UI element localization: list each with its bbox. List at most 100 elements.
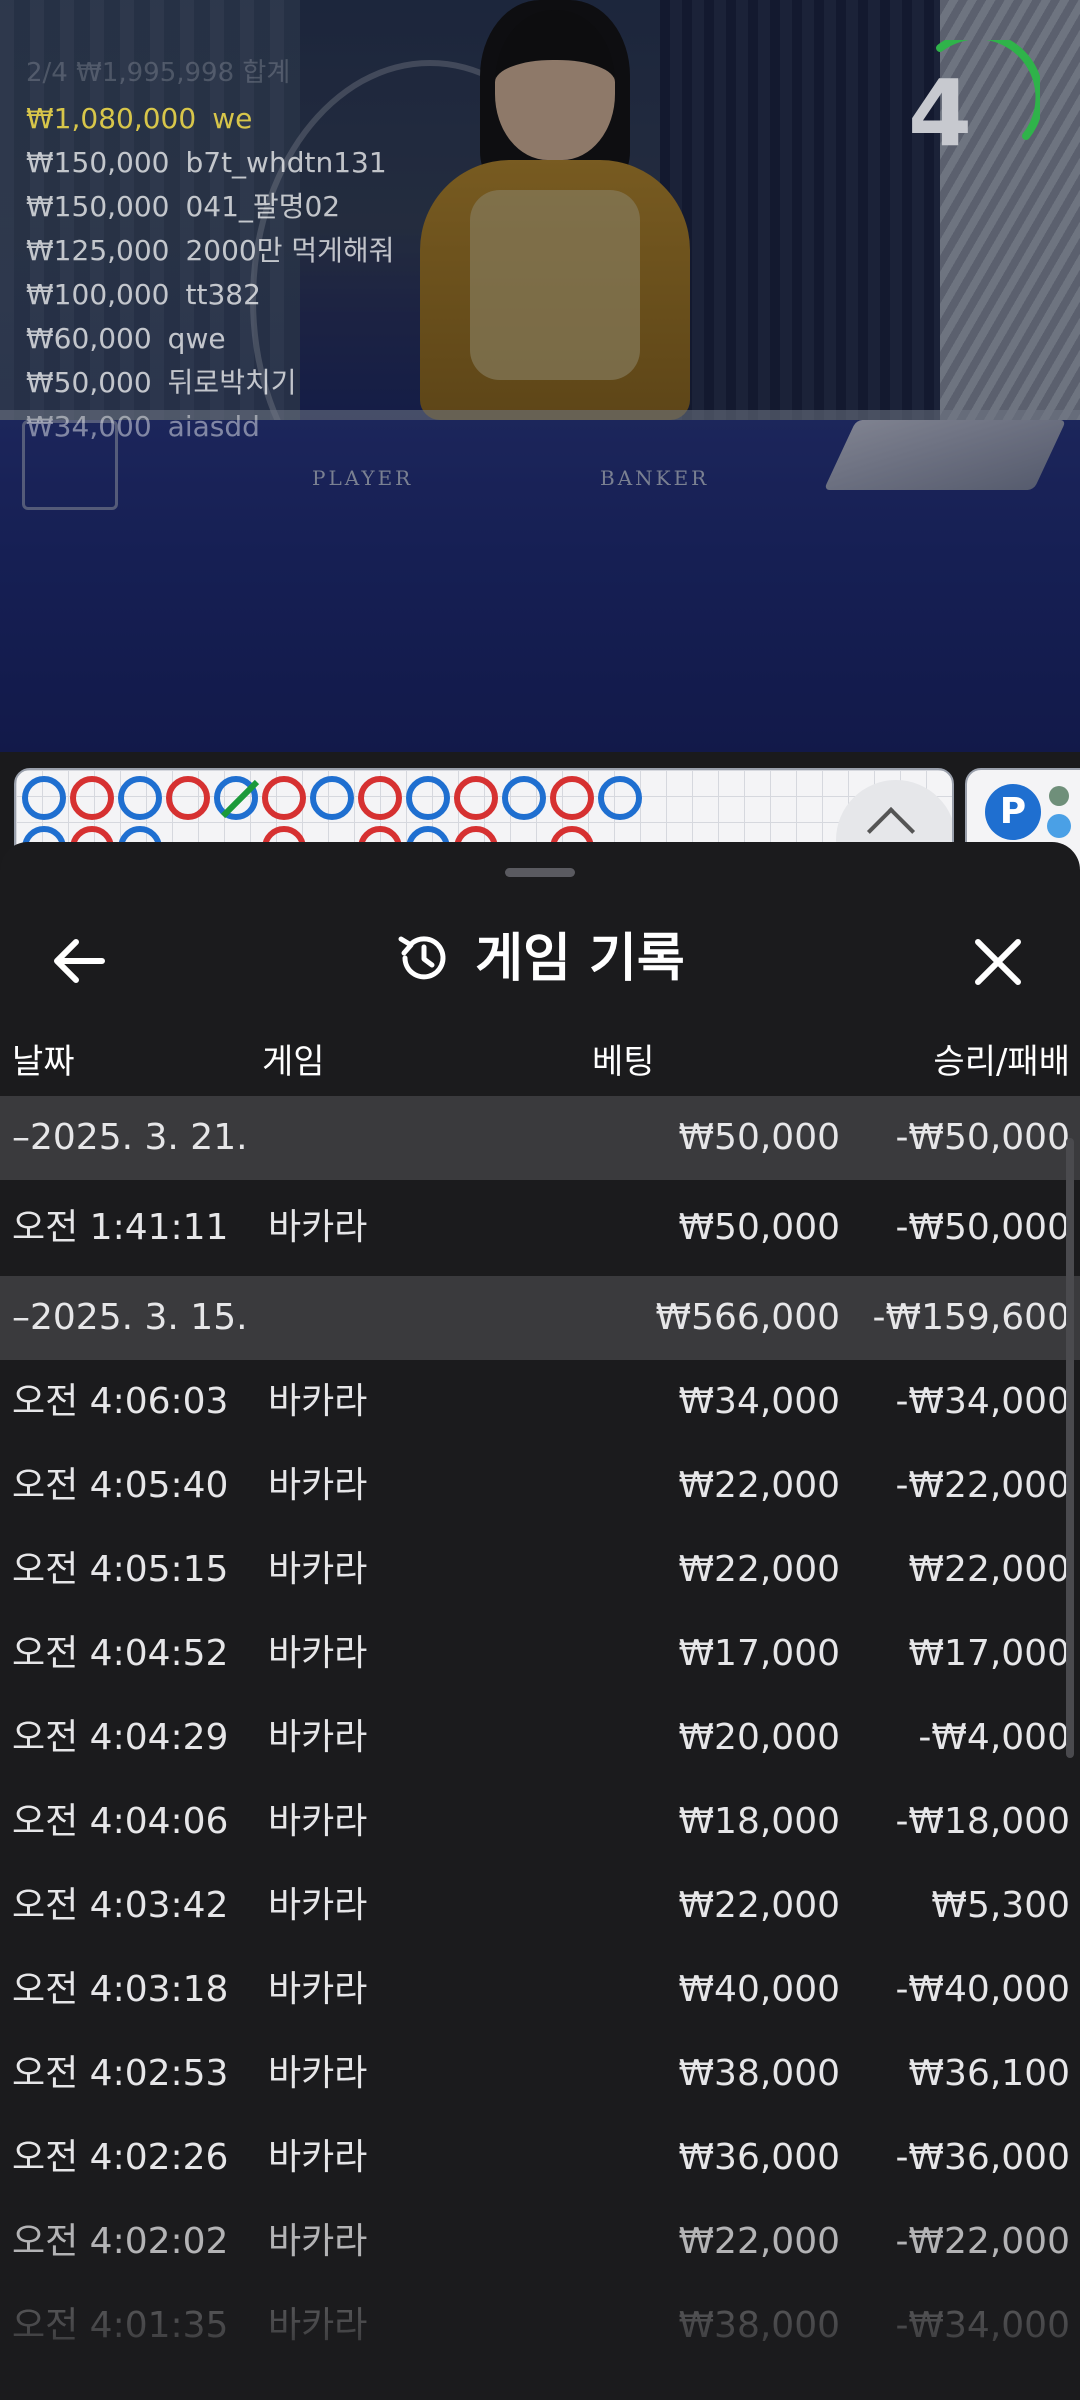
sheet-title-text: 게임 기록: [475, 929, 685, 989]
live-bet-amount: ₩1,080,000: [26, 102, 197, 135]
history-row[interactable]: 오전 4:02:53 바카라 ₩38,000 ₩36,100: [0, 2032, 1080, 2116]
live-bet-row: ₩150,000 041_팔명02: [26, 185, 394, 229]
sheet-title: 게임 기록: [0, 894, 1080, 1024]
history-time: 오전 4:02:26: [12, 2137, 229, 2178]
history-bet: ₩18,000: [678, 1801, 840, 1842]
history-row[interactable]: 오전 1:41:11 바카라 ₩50,000 -₩50,000: [0, 1180, 1080, 1276]
history-group-result-total: -₩50,000: [895, 1117, 1070, 1158]
bets-summary: 2/4 ₩1,995,998 합계: [26, 58, 291, 88]
history-row[interactable]: 오전 4:05:40 바카라 ₩22,000 -₩22,000: [0, 1444, 1080, 1528]
history-bet: ₩22,000: [678, 1885, 840, 1926]
player-bead: [502, 776, 546, 820]
history-result: -₩18,000: [895, 1801, 1070, 1842]
history-game: 바카라: [268, 2221, 368, 2262]
history-result: ₩5,300: [931, 1885, 1070, 1926]
history-bet: ₩22,000: [678, 1465, 840, 1506]
history-row[interactable]: 오전 4:04:52 바카라 ₩17,000 ₩17,000: [0, 1612, 1080, 1696]
live-video: PLAYER BANKER 2/4 ₩1,995,998 합계 ₩1,080,0…: [0, 0, 1080, 752]
history-game: 바카라: [268, 1207, 368, 1248]
history-row[interactable]: 오전 4:02:02 바카라 ₩22,000 -₩22,000: [0, 2200, 1080, 2284]
player-bead: [406, 776, 450, 820]
history-row[interactable]: 오전 4:06:03 바카라 ₩34,000 -₩34,000: [0, 1360, 1080, 1444]
player-bead: [22, 776, 66, 820]
list-fade-overlay: [0, 2300, 1080, 2400]
player-bead: [118, 776, 162, 820]
sheet-header: 게임 기록: [0, 894, 1080, 1024]
history-time: 오전 4:06:03: [12, 1381, 229, 1422]
history-row[interactable]: 오전 4:02:26 바카라 ₩36,000 -₩36,000: [0, 2116, 1080, 2200]
live-bet-row: ₩125,000 2000만 먹게해줘: [26, 229, 394, 273]
banker-bead: [550, 776, 594, 820]
history-game: 바카라: [268, 1801, 368, 1842]
live-bet-player-name: aiasdd: [167, 410, 260, 443]
live-bet-amount: ₩50,000: [26, 366, 152, 399]
game-history-sheet: 게임 기록 날짜 게임 베팅 승리/패배 –2025. 3. 21. ₩50,00…: [0, 842, 1080, 2400]
banker-bead: [358, 776, 402, 820]
history-row[interactable]: 오전 4:04:06 바카라 ₩18,000 -₩18,000: [0, 1780, 1080, 1864]
history-group-bet-total: ₩566,000: [655, 1297, 840, 1338]
history-row[interactable]: 오전 4:04:29 바카라 ₩20,000 -₩4,000: [0, 1696, 1080, 1780]
history-scrollbar[interactable]: [1066, 1138, 1074, 1758]
history-bet: ₩22,000: [678, 1549, 840, 1590]
live-bet-row: ₩60,000 qwe: [26, 317, 394, 361]
history-time: 오전 1:41:11: [12, 1207, 229, 1248]
history-table-body: –2025. 3. 21. ₩50,000 -₩50,000 오전 1:41:11 바카…: [0, 1096, 1080, 2368]
history-table-header: 날짜 게임 베팅 승리/패배: [0, 1024, 1080, 1100]
history-bet: ₩38,000: [678, 2053, 840, 2094]
banker-bead: [166, 776, 210, 820]
bead-road-row-1: [22, 776, 642, 820]
history-time: 오전 4:04:06: [12, 1801, 229, 1842]
history-result: ₩22,000: [908, 1549, 1070, 1590]
history-row[interactable]: 오전 4:05:15 바카라 ₩22,000 ₩22,000: [0, 1528, 1080, 1612]
column-game: 게임: [262, 1042, 325, 1082]
history-bet: ₩20,000: [678, 1717, 840, 1758]
sheet-drag-handle[interactable]: [505, 868, 575, 877]
history-icon: [398, 936, 446, 980]
history-row[interactable]: 오전 4:03:42 바카라 ₩22,000 ₩5,300: [0, 1864, 1080, 1948]
live-bet-amount: ₩150,000: [26, 190, 170, 223]
live-bet-player-name: 2000만 먹게해줘: [185, 234, 395, 267]
history-time: 오전 4:02:02: [12, 2221, 229, 2262]
history-time: 오전 4:04:52: [12, 1633, 229, 1674]
live-bet-player-name: tt382: [185, 278, 261, 311]
close-icon[interactable]: [970, 934, 1026, 990]
history-date-group-row: –2025. 3. 15. ₩566,000 -₩159,600: [0, 1276, 1080, 1360]
player-badge: P: [985, 784, 1041, 840]
history-bet: ₩36,000: [678, 2137, 840, 2178]
history-result: -₩34,000: [895, 1381, 1070, 1422]
history-group-date: –2025. 3. 15.: [12, 1297, 248, 1338]
history-time: 오전 4:02:53: [12, 2053, 229, 2094]
history-bet: ₩50,000: [678, 1207, 840, 1248]
live-bet-row: ₩34,000 aiasdd: [26, 405, 394, 449]
history-game: 바카라: [268, 1885, 368, 1926]
history-row[interactable]: 오전 4:03:18 바카라 ₩40,000 -₩40,000: [0, 1948, 1080, 2032]
player-bead: [598, 776, 642, 820]
banker-bead: [70, 776, 114, 820]
back-arrow-icon[interactable]: [52, 936, 108, 986]
history-game: 바카라: [268, 1465, 368, 1506]
history-date-group-row: –2025. 3. 21. ₩50,000 -₩50,000: [0, 1096, 1080, 1180]
live-bet-player-name: qwe: [167, 322, 226, 355]
live-bet-amount: ₩125,000: [26, 234, 170, 267]
history-result: -₩22,000: [895, 2221, 1070, 2262]
history-result: -₩36,000: [895, 2137, 1070, 2178]
column-date: 날짜: [12, 1042, 75, 1082]
history-time: 오전 4:03:18: [12, 1969, 229, 2010]
history-result: ₩36,100: [908, 2053, 1070, 2094]
history-result: -₩22,000: [895, 1465, 1070, 1506]
history-game: 바카라: [268, 1381, 368, 1422]
countdown-number: 4: [907, 60, 972, 167]
live-bet-amount: ₩60,000: [26, 322, 152, 355]
history-time: 오전 4:04:29: [12, 1717, 229, 1758]
history-game: 바카라: [268, 1969, 368, 2010]
history-result: -₩4,000: [918, 1717, 1070, 1758]
player-bead: [310, 776, 354, 820]
banker-bead: [262, 776, 306, 820]
history-bet: ₩40,000: [678, 1969, 840, 2010]
live-bet-amount: ₩34,000: [26, 410, 152, 443]
history-game: 바카라: [268, 1549, 368, 1590]
history-game: 바카라: [268, 2053, 368, 2094]
live-bet-amount: ₩150,000: [26, 146, 170, 179]
column-bet: 베팅: [592, 1042, 655, 1082]
history-game: 바카라: [268, 1717, 368, 1758]
